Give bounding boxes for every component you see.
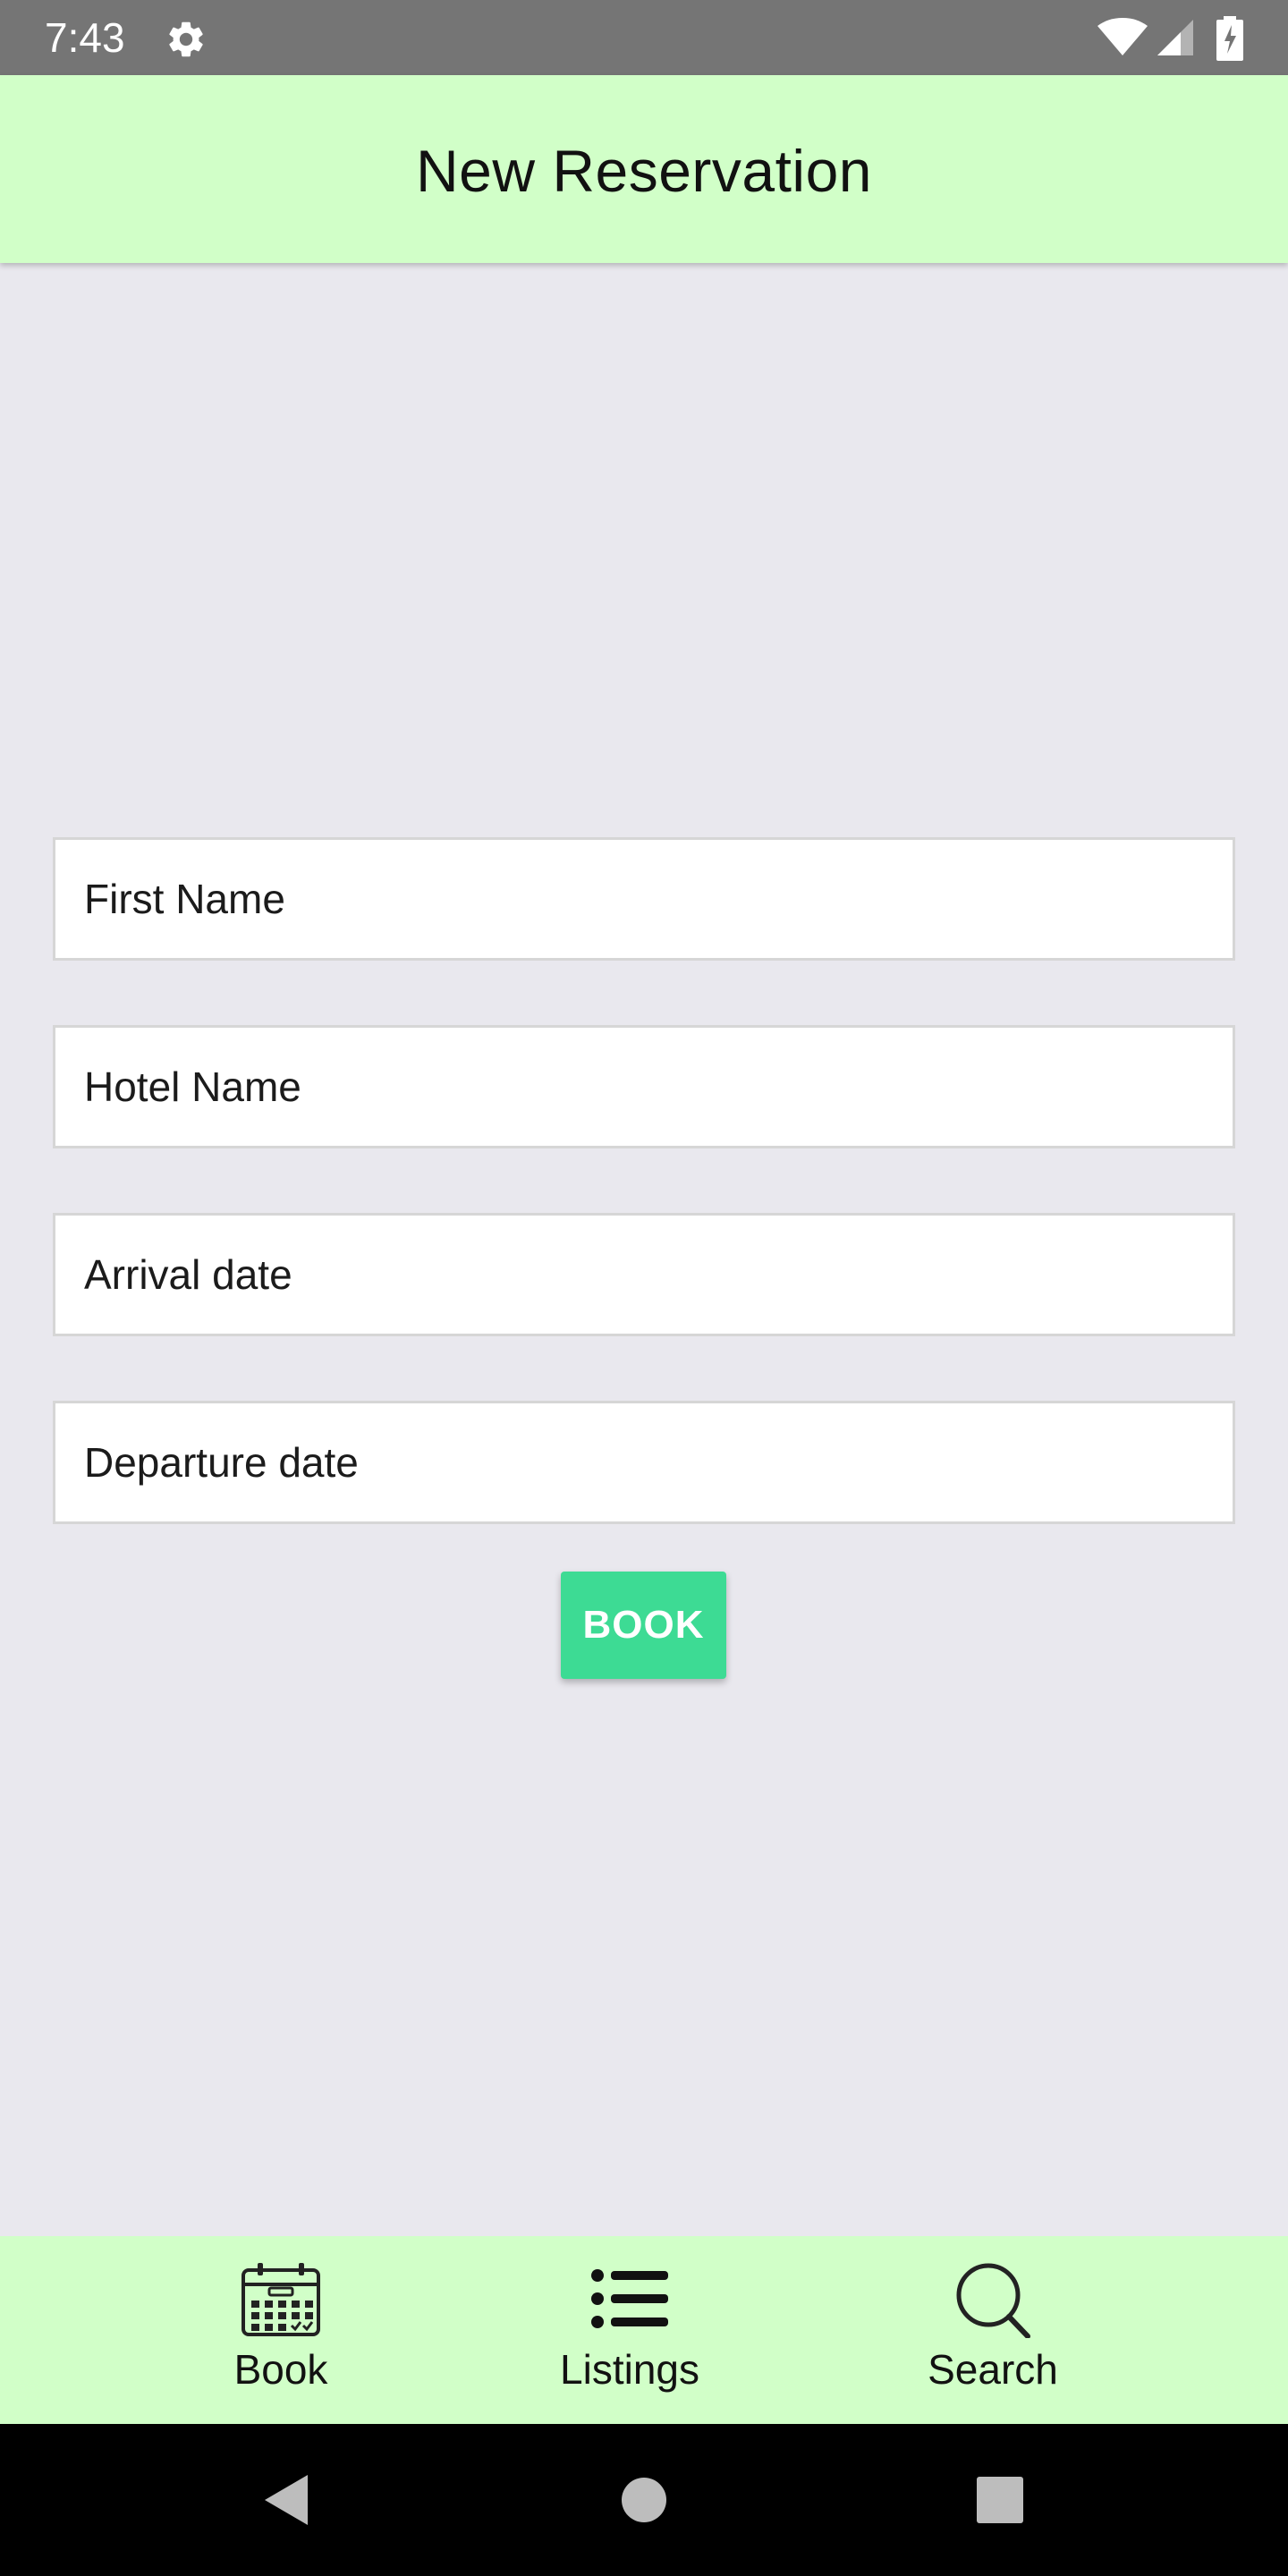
recents-button[interactable]: [955, 2424, 1045, 2576]
nav-item-listings[interactable]: Listings: [540, 2236, 719, 2424]
settings-gear-icon: [169, 21, 203, 57]
page-title: New Reservation: [415, 138, 873, 204]
nav-label-search: Search: [928, 2346, 1058, 2393]
app-bar: New Reservation: [0, 75, 1288, 263]
battery-charging-icon: [1216, 16, 1243, 61]
wifi-icon: [1097, 18, 1148, 55]
recents-icon: [977, 2477, 1023, 2523]
status-time: 7:43: [45, 14, 125, 61]
back-icon: [265, 2475, 308, 2525]
nav-label-listings: Listings: [560, 2346, 699, 2393]
first-name-field[interactable]: [53, 837, 1235, 961]
departure-date-field[interactable]: [53, 1401, 1235, 1524]
book-button[interactable]: BOOK: [561, 1572, 726, 1679]
bottom-navigation: Book Listings Search: [0, 2236, 1288, 2424]
arrival-date-field[interactable]: [53, 1213, 1235, 1336]
back-button[interactable]: [242, 2424, 331, 2576]
home-icon: [622, 2478, 666, 2522]
hotel-name-field[interactable]: [53, 1025, 1235, 1148]
calendar-icon: [242, 2263, 320, 2336]
status-bar: 7:43: [0, 0, 1288, 75]
nav-label-book: Book: [233, 2346, 328, 2393]
nav-item-search[interactable]: Search: [903, 2236, 1082, 2424]
system-navigation-bar: [0, 2424, 1288, 2576]
list-icon: [591, 2269, 668, 2328]
home-button[interactable]: [599, 2424, 689, 2576]
search-icon: [956, 2263, 1030, 2338]
nav-item-book[interactable]: Book: [191, 2236, 370, 2424]
signal-icon: [1157, 20, 1193, 55]
